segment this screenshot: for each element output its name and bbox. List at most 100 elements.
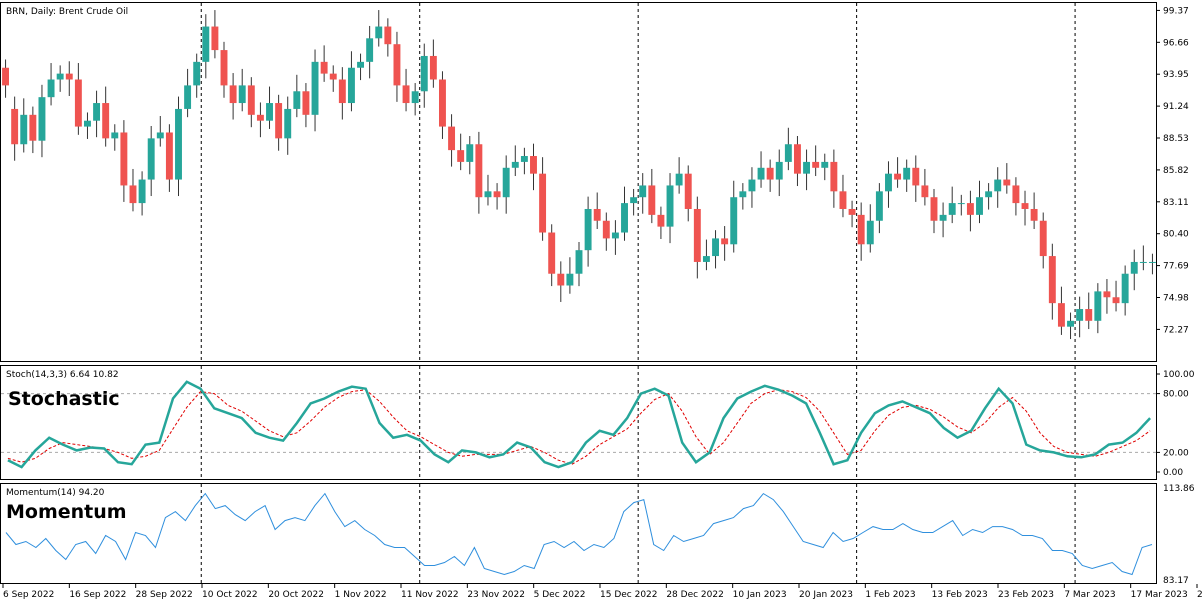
candle-body — [739, 191, 747, 198]
candle — [584, 196, 592, 267]
candle — [229, 73, 237, 120]
momentum-line — [5, 492, 1153, 576]
candle — [302, 83, 310, 128]
candle-body — [347, 67, 355, 104]
candle — [630, 188, 638, 216]
candle-body — [193, 61, 201, 86]
candle-body — [566, 273, 574, 286]
x-tick-label: 17 Mar 2023 — [1131, 590, 1188, 600]
candle-body — [702, 256, 710, 262]
candle-body — [875, 191, 883, 221]
candle-body — [1103, 291, 1111, 298]
candle-body — [712, 238, 719, 257]
candle-body — [220, 50, 228, 86]
candle — [766, 159, 774, 192]
candle-body — [165, 132, 173, 180]
candle — [976, 180, 983, 224]
candle — [1094, 283, 1102, 334]
candle-body — [666, 185, 674, 227]
candle-body — [611, 232, 619, 239]
x-tick-label: 6 Sep 2022 — [3, 590, 54, 600]
candle-body — [2, 67, 10, 86]
candle — [220, 41, 228, 98]
candle-body — [1003, 179, 1011, 186]
momentum-panel[interactable] — [5, 492, 1153, 576]
candle-body — [866, 220, 874, 245]
candle — [147, 126, 155, 197]
candle-body — [639, 185, 647, 198]
stoch-tick-label: 0.00 — [1163, 468, 1183, 478]
candle — [120, 120, 128, 202]
candle-body — [648, 185, 656, 215]
candle-body — [484, 191, 492, 198]
x-tick-label: 15 Dec 2022 — [600, 590, 658, 600]
candle — [875, 183, 883, 234]
chart-canvas: 99.37 96.66 93.95 91.24 88.53 85.82 83.11 80.40… — [0, 2, 1203, 600]
candle — [939, 202, 947, 238]
candle — [502, 155, 510, 214]
candle-body — [520, 156, 528, 162]
momentum-overlay-label: Momentum — [6, 501, 127, 523]
x-tick-label: 28 Sep 2022 — [136, 590, 193, 600]
candle-body — [976, 197, 983, 215]
candle — [1085, 292, 1093, 330]
x-tick-label: 23 Nov 2022 — [467, 590, 525, 600]
candle-body — [1039, 220, 1047, 257]
candle-body — [575, 250, 583, 274]
candle-body — [821, 161, 829, 168]
candle-body — [1048, 256, 1056, 304]
candle-body — [311, 61, 319, 115]
candle-body — [839, 191, 847, 209]
candle — [530, 143, 537, 191]
x-tick-label: 29 Mar 2023 — [1197, 590, 1203, 600]
candle — [193, 53, 201, 98]
candle-body — [921, 185, 929, 198]
candle-body — [721, 238, 729, 245]
candle-body — [20, 114, 28, 145]
price-tick-label: 74.98 — [1163, 293, 1189, 303]
candle — [202, 14, 210, 79]
candle — [357, 53, 365, 81]
x-tick-label: 1 Feb 2023 — [865, 590, 915, 600]
candle-body — [930, 197, 938, 221]
candle-body — [948, 203, 956, 215]
price-panel[interactable] — [2, 10, 1156, 340]
candle-body — [657, 214, 665, 227]
candle-body — [448, 126, 456, 151]
candle — [520, 147, 528, 175]
candle — [29, 106, 37, 154]
candle — [639, 173, 647, 214]
candle — [484, 174, 492, 206]
price-chart-title: BRN, Daily: Brent Crude Oil — [6, 7, 128, 17]
candle — [693, 196, 701, 279]
candle — [466, 136, 474, 175]
candle-body — [420, 55, 428, 92]
candle — [293, 74, 301, 118]
candle-body — [857, 214, 865, 245]
candle — [420, 43, 428, 108]
candle — [439, 71, 446, 139]
candle-body — [748, 179, 756, 192]
candle — [775, 149, 783, 197]
candle — [1003, 163, 1011, 194]
candle — [930, 188, 938, 234]
candle — [384, 18, 392, 57]
candle — [712, 230, 719, 269]
candle — [1067, 312, 1074, 340]
candle-body — [630, 197, 638, 204]
momentum-frame — [0, 483, 1157, 584]
price-tick-label: 93.95 — [1163, 70, 1189, 80]
candle-body — [29, 114, 37, 141]
stochastic-panel[interactable] — [1, 380, 1157, 469]
candle — [730, 180, 738, 253]
candle — [93, 90, 101, 138]
candle — [20, 98, 28, 153]
candle — [848, 200, 856, 228]
candle-body — [675, 173, 683, 186]
candle-body — [793, 144, 801, 174]
candle — [739, 183, 747, 210]
candle — [1121, 265, 1129, 316]
candle-body — [93, 103, 101, 121]
price-tick-label: 80.40 — [1163, 230, 1189, 240]
candle — [903, 159, 911, 192]
